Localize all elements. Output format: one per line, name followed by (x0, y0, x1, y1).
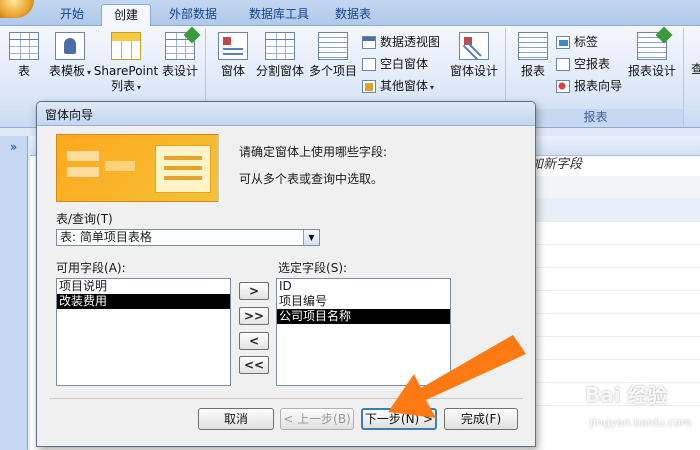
watermark-url: jingyan.baidu.com (590, 416, 692, 429)
annotation-arrow-shape (388, 335, 526, 418)
watermark-brand: Bai 经验 (585, 383, 668, 407)
